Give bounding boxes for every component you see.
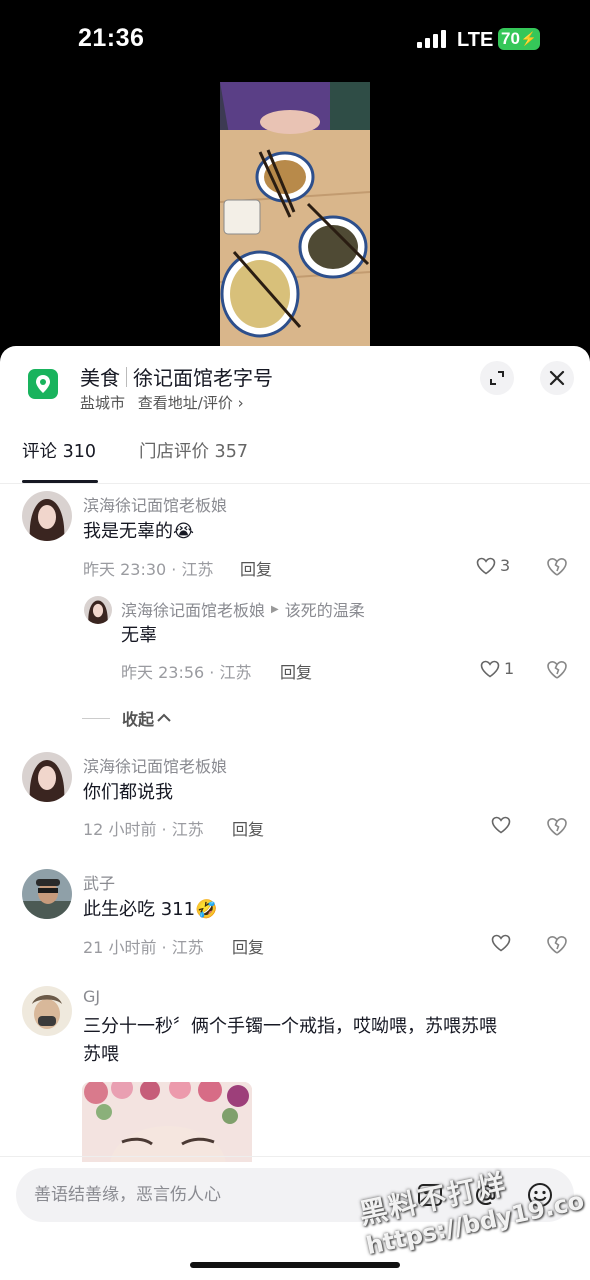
heart-icon [491, 934, 511, 952]
battery-level: 70 [501, 29, 520, 48]
reply-author[interactable]: 滨海徐记面馆老板娘 [121, 597, 265, 621]
comment-text-line2: 苏喂 [83, 1044, 119, 1065]
heart-icon [491, 816, 511, 834]
chevron-up-icon [157, 713, 171, 722]
dislike-button[interactable] [546, 935, 568, 959]
dislike-button[interactable] [546, 557, 568, 581]
like-button[interactable]: 3 [476, 556, 510, 575]
reply-author-line: 滨海徐记面馆老板娘 ▶ 该死的温柔 [121, 597, 365, 621]
status-bar: 21:36 LTE 70 ⚡ [0, 0, 590, 80]
like-count: 1 [504, 659, 515, 678]
comment-text: 我是无辜的😭 [83, 521, 195, 542]
reply-text: 无辜 [121, 625, 157, 646]
expand-icon [490, 371, 504, 385]
reply-button[interactable]: 回复 [232, 816, 264, 840]
broken-heart-icon [547, 557, 567, 576]
place-title[interactable]: 美食 徐记面馆老字号 [80, 362, 273, 391]
collapse-line [82, 717, 110, 719]
reply-arrow-icon: ▶ [271, 603, 279, 615]
comment-list[interactable]: 滨海徐记面馆老板娘 我是无辜的😭 昨天 23:30 · 江苏 回复 3 滨海徐记… [0, 484, 590, 1154]
status-time: 21:36 [78, 24, 145, 52]
input-divider [0, 1156, 590, 1157]
charging-bolt-icon: ⚡ [520, 31, 537, 46]
comment-author[interactable]: 滨海徐记面馆老板娘 [83, 492, 227, 516]
comment-text: 此生必吃 311🤣 [83, 899, 218, 920]
home-indicator[interactable] [190, 1262, 400, 1268]
place-city: 盐城市 [80, 394, 126, 412]
reply-to-user[interactable]: 该死的温柔 [285, 597, 365, 621]
video-frame-image [220, 82, 370, 348]
reply-button[interactable]: 回复 [232, 934, 264, 958]
view-address-link[interactable]: 查看地址/评价 › [138, 394, 244, 412]
broken-heart-icon [547, 817, 567, 836]
avatar[interactable] [22, 869, 72, 919]
avatar[interactable] [22, 986, 72, 1036]
place-subtitle: 盐城市 查看地址/评价 › [80, 392, 244, 413]
place-name: 徐记面馆老字号 [133, 366, 273, 390]
avatar[interactable] [22, 491, 72, 541]
like-button[interactable] [491, 934, 511, 952]
like-count: 3 [500, 556, 511, 575]
reply-button[interactable]: 回复 [240, 556, 272, 580]
dislike-button[interactable] [546, 660, 568, 684]
reply-button[interactable]: 回复 [280, 659, 312, 683]
heart-icon [480, 660, 500, 677]
close-icon [549, 370, 565, 386]
like-button[interactable] [491, 816, 511, 834]
comment-author[interactable]: GJ [83, 987, 100, 1006]
like-button[interactable]: 1 [480, 659, 514, 678]
heart-icon [476, 557, 496, 574]
comment-sheet: 美食 徐记面馆老字号 盐城市 查看地址/评价 › 评论 310 门店评价 357… [0, 346, 590, 1280]
comment-text: 你们都说我 [83, 782, 173, 803]
broken-heart-icon [547, 935, 567, 954]
comment-image-attachment[interactable] [82, 1082, 252, 1162]
network-type: LTE [457, 29, 494, 51]
comment-text-line1: 三分十一秒〞俩个手镯一个戒指，哎呦喂，苏喂苏喂 [83, 1016, 497, 1037]
avatar[interactable] [22, 752, 72, 802]
battery-indicator: 70 ⚡ [498, 28, 540, 50]
dislike-button[interactable] [546, 817, 568, 841]
comment-time: 21 小时前 · 江苏 [83, 938, 204, 957]
close-button[interactable] [540, 361, 574, 395]
title-divider [126, 366, 127, 387]
tab-store-reviews[interactable]: 门店评价 357 [139, 438, 248, 463]
comment-author[interactable]: 滨海徐记面馆老板娘 [83, 753, 227, 777]
tab-comments[interactable]: 评论 310 [22, 438, 96, 463]
comment-tabs: 评论 310 门店评价 357 [0, 432, 590, 484]
comment-time: 昨天 23:30 · 江苏 [83, 560, 214, 579]
expand-button[interactable] [480, 361, 514, 395]
collapse-label: 收起 [122, 710, 155, 729]
collapse-replies-button[interactable]: 收起 [82, 706, 172, 730]
comment-input[interactable] [34, 1168, 394, 1222]
comment-time: 12 小时前 · 江苏 [83, 820, 204, 839]
video-preview[interactable] [220, 82, 370, 348]
location-pin-icon [28, 369, 58, 399]
cellular-signal-icon [417, 30, 447, 48]
comment-author[interactable]: 武子 [83, 870, 115, 894]
broken-heart-icon [547, 660, 567, 679]
reply-time: 昨天 23:56 · 江苏 [121, 663, 252, 682]
avatar[interactable] [84, 596, 112, 624]
place-category: 美食 [80, 366, 120, 390]
comment-photo [82, 1082, 252, 1162]
